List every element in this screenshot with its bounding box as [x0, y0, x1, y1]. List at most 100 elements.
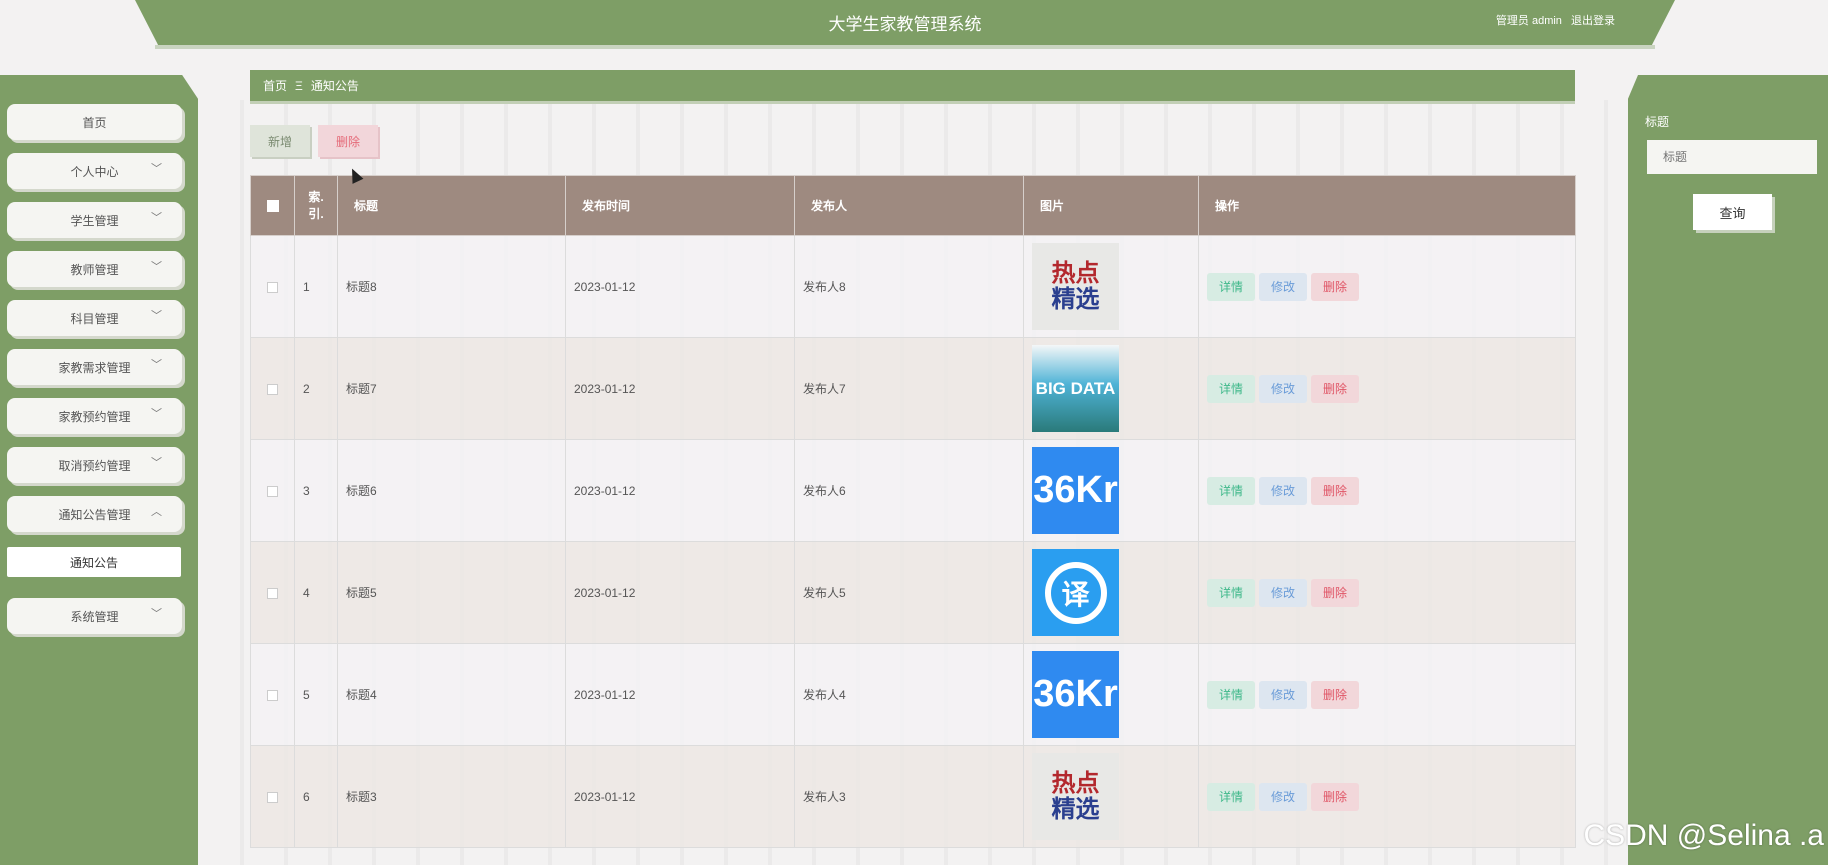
top-header: 大学生家教管理系统 管理员 admin 退出登录	[135, 0, 1675, 45]
breadcrumb-separator-icon: Ξ	[295, 78, 303, 93]
breadcrumb: 首页 Ξ 通知公告	[250, 70, 1575, 104]
row-author: 发布人8	[794, 235, 1024, 338]
delete-button[interactable]: 删除	[1311, 578, 1360, 607]
row-actions: 详情 修改 删除	[1198, 643, 1576, 746]
edit-button[interactable]: 修改	[1259, 272, 1308, 301]
chevron-down-icon: ﹀	[151, 212, 162, 224]
header-index-label: 索. 引.	[308, 189, 324, 221]
delete-button[interactable]: 删除	[1311, 374, 1360, 403]
row-select-cell	[250, 439, 295, 542]
row-index: 6	[294, 745, 338, 848]
table-row: 5 标题4 2023-01-12 发布人4 36Kr 详情 修改 删除	[250, 643, 1576, 746]
hot-pick-image: 热点 精选	[1032, 753, 1119, 840]
row-image: 译	[1023, 541, 1199, 644]
table-row: 4 标题5 2023-01-12 发布人5 译 详情 修改 删除	[250, 541, 1576, 644]
row-checkbox[interactable]	[267, 383, 278, 395]
sidebar-item-label: 家教预约管理	[58, 409, 131, 424]
row-author: 发布人6	[794, 439, 1024, 542]
image-text: 精选	[1051, 795, 1100, 823]
chevron-down-icon: ﹀	[151, 310, 162, 322]
sidebar-item-7[interactable]: 取消预约管理 ﹀	[7, 447, 182, 483]
sidebar-item-8[interactable]: 通知公告管理 ︿	[7, 496, 182, 532]
sidebar-item-9[interactable]: 系统管理 ﹀	[7, 598, 182, 634]
detail-button[interactable]: 详情	[1207, 578, 1256, 607]
sidebar-item-5[interactable]: 家教需求管理 ﹀	[7, 349, 182, 385]
sidebar-subitem-notice[interactable]: 通知公告	[7, 547, 181, 577]
sidebar-item-1[interactable]: 个人中心 ﹀	[7, 153, 182, 189]
row-checkbox[interactable]	[267, 791, 278, 803]
row-image: 热点 精选	[1023, 235, 1199, 338]
batch-delete-button[interactable]: 删除	[318, 125, 378, 157]
logout-link[interactable]: 退出登录	[1571, 15, 1615, 27]
row-actions: 详情 修改 删除	[1198, 337, 1576, 440]
detail-button[interactable]: 详情	[1207, 680, 1256, 709]
sidebar-item-3[interactable]: 教师管理 ﹀	[7, 251, 182, 287]
sidebar-item-0[interactable]: 首页	[7, 104, 182, 140]
edit-button[interactable]: 修改	[1259, 578, 1308, 607]
image-text: 36Kr	[1033, 673, 1118, 715]
select-all-checkbox[interactable]	[266, 200, 279, 213]
delete-button[interactable]: 删除	[1311, 272, 1360, 301]
delete-button[interactable]: 删除	[1311, 782, 1360, 811]
row-title: 标题8	[337, 235, 566, 338]
row-time: 2023-01-12	[565, 643, 795, 746]
row-author: 发布人3	[794, 745, 1024, 848]
row-checkbox[interactable]	[267, 587, 278, 599]
row-time: 2023-01-12	[565, 235, 795, 338]
row-select-cell	[250, 337, 295, 440]
row-image: 36Kr	[1023, 643, 1199, 746]
breadcrumb-home[interactable]: 首页	[263, 77, 287, 94]
image-text: 热点	[1051, 259, 1100, 287]
row-time: 2023-01-12	[565, 439, 795, 542]
row-time: 2023-01-12	[565, 337, 795, 440]
image-text: 36Kr	[1033, 469, 1118, 511]
detail-button[interactable]: 详情	[1207, 272, 1256, 301]
row-select-cell	[250, 643, 295, 746]
header-title: 标题	[337, 175, 566, 236]
edit-button[interactable]: 修改	[1259, 374, 1308, 403]
row-author: 发布人7	[794, 337, 1024, 440]
sidebar-item-4[interactable]: 科目管理 ﹀	[7, 300, 182, 336]
watermark: CSDN @Selina .a	[1583, 819, 1824, 852]
search-button[interactable]: 查询	[1693, 194, 1772, 230]
row-author: 发布人5	[794, 541, 1024, 644]
sidebar-item-label: 首页	[82, 115, 107, 130]
image-text: 热点	[1051, 769, 1100, 797]
row-time: 2023-01-12	[565, 541, 795, 644]
row-title: 标题5	[337, 541, 566, 644]
delete-button[interactable]: 删除	[1311, 680, 1360, 709]
delete-button[interactable]: 删除	[1311, 476, 1360, 505]
row-title: 标题4	[337, 643, 566, 746]
row-image: 36Kr	[1023, 439, 1199, 542]
sidebar-item-2[interactable]: 学生管理 ﹀	[7, 202, 182, 238]
row-actions: 详情 修改 删除	[1198, 541, 1576, 644]
sidebar-item-label: 取消预约管理	[58, 458, 131, 473]
row-checkbox[interactable]	[267, 281, 278, 293]
row-index: 5	[294, 643, 338, 746]
table-row: 2 标题7 2023-01-12 发布人7 BIG DATA 详情 修改 删除	[250, 337, 1576, 440]
row-index: 3	[294, 439, 338, 542]
detail-button[interactable]: 详情	[1207, 374, 1256, 403]
search-title-input[interactable]	[1647, 140, 1817, 174]
row-title: 标题7	[337, 337, 566, 440]
edit-button[interactable]: 修改	[1259, 476, 1308, 505]
add-button[interactable]: 新增	[250, 125, 310, 157]
row-checkbox[interactable]	[267, 485, 278, 497]
chevron-up-icon: ︿	[151, 506, 162, 518]
edit-button[interactable]: 修改	[1259, 680, 1308, 709]
header-image: 图片	[1023, 175, 1199, 236]
edit-button[interactable]: 修改	[1259, 782, 1308, 811]
row-select-cell	[250, 745, 295, 848]
header-index: 索. 引.	[294, 175, 338, 236]
row-actions: 详情 修改 删除	[1198, 745, 1576, 848]
breadcrumb-current: 通知公告	[310, 79, 359, 93]
detail-button[interactable]: 详情	[1207, 476, 1256, 505]
row-checkbox[interactable]	[267, 689, 278, 701]
table-header-row: 索. 引. 标题 发布时间 发布人 图片 操作	[250, 175, 1576, 236]
row-index: 2	[294, 337, 338, 440]
detail-button[interactable]: 详情	[1207, 782, 1256, 811]
sidebar-item-label: 家教需求管理	[58, 360, 131, 375]
select-all-cell	[250, 175, 295, 236]
big-data-image: BIG DATA	[1032, 345, 1119, 432]
sidebar-item-6[interactable]: 家教预约管理 ﹀	[7, 398, 182, 434]
